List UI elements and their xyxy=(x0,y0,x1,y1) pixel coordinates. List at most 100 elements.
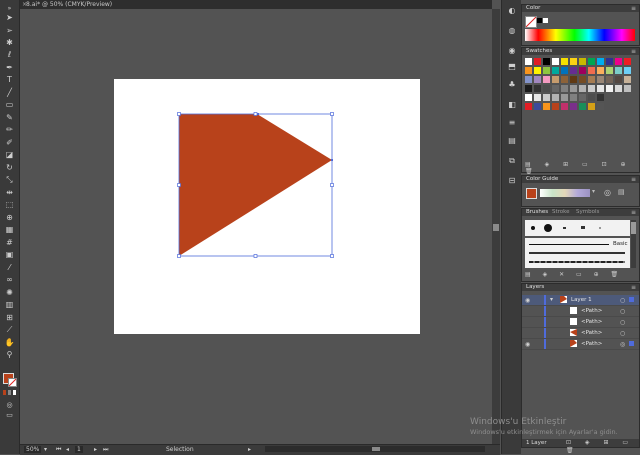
color-swatch[interactable] xyxy=(615,85,622,92)
color-swatch[interactable] xyxy=(606,76,613,83)
color-swatch[interactable] xyxy=(552,76,559,83)
target-icon[interactable]: ○ xyxy=(620,297,625,304)
color-panel-header[interactable]: Color ≡ xyxy=(522,5,639,12)
color-swatch[interactable] xyxy=(588,103,595,110)
color-swatch[interactable] xyxy=(525,103,532,110)
white-swatch[interactable] xyxy=(543,18,548,23)
color-swatch[interactable] xyxy=(561,94,568,101)
layer-name[interactable]: Layer 1 xyxy=(571,295,592,305)
color-swatch[interactable] xyxy=(570,58,577,65)
symbols-icon[interactable]: ♣ xyxy=(507,80,517,90)
tab-brushes[interactable]: Brushes xyxy=(526,209,548,216)
pathfinder-icon[interactable]: ⧉ xyxy=(507,156,517,166)
color-swatch[interactable] xyxy=(606,67,613,74)
selected-path-shape[interactable] xyxy=(179,114,332,256)
color-swatch[interactable] xyxy=(579,76,586,83)
layers-panel-title[interactable]: Layers xyxy=(526,284,544,291)
brushes-footer-icons[interactable]: ▤ ◈ ✕ ▭ ⊕ 🗑 xyxy=(525,271,635,279)
swatches-panel-title[interactable]: Swatches xyxy=(526,48,552,55)
status-menu-icon[interactable]: ▸ xyxy=(248,446,251,453)
tab-symbols[interactable]: Symbols xyxy=(576,209,599,216)
next-artboard-icon[interactable]: ▸ xyxy=(94,446,97,453)
color-swatch[interactable] xyxy=(543,103,550,110)
path-name[interactable]: <Path> xyxy=(581,328,602,338)
transparency-icon[interactable]: ◧ xyxy=(507,100,517,110)
path-name[interactable]: <Path> xyxy=(581,317,602,327)
color-panel-icon[interactable]: ◐ xyxy=(507,6,517,16)
color-swatch[interactable] xyxy=(543,94,550,101)
path-name[interactable]: <Path> xyxy=(581,306,602,316)
layers-footer-icons[interactable]: ⊡ ◈ ⊞ ▭ 🗑 xyxy=(566,439,639,455)
color-swatch[interactable] xyxy=(534,58,541,65)
zoom-dropdown-icon[interactable]: ▾ xyxy=(44,446,47,453)
color-swatch[interactable] xyxy=(525,94,532,101)
visibility-eye-icon[interactable]: ◉ xyxy=(525,297,530,304)
swatches-footer-icons[interactable]: ▤ ◈ ⊞ ▭ ⊡ ⊕ 🗑 xyxy=(525,161,635,175)
selection-indicator[interactable] xyxy=(629,297,634,302)
color-swatch[interactable] xyxy=(525,67,532,74)
color-swatch[interactable] xyxy=(579,67,586,74)
color-swatch[interactable] xyxy=(597,58,604,65)
color-swatch[interactable] xyxy=(543,67,550,74)
target-icon[interactable]: ○ xyxy=(620,319,625,326)
vertical-scroll-thumb[interactable] xyxy=(493,224,499,231)
color-swatch[interactable] xyxy=(543,58,550,65)
brush-tips-row[interactable] xyxy=(525,220,630,236)
black-swatch[interactable] xyxy=(537,18,542,23)
color-swatch[interactable] xyxy=(534,76,541,83)
color-swatch[interactable] xyxy=(561,85,568,92)
panel-menu-icon[interactable]: ≡ xyxy=(631,284,636,291)
color-swatch[interactable] xyxy=(570,85,577,92)
color-panel-title[interactable]: Color xyxy=(526,5,540,12)
save-colors-icon[interactable]: ▤ xyxy=(618,188,628,197)
sublayer-row[interactable]: ◉ <Path> ◎ xyxy=(522,339,639,350)
stroke-icon[interactable]: ≡ xyxy=(507,118,517,128)
brushes-scrollbar[interactable] xyxy=(631,220,636,268)
color-swatch[interactable] xyxy=(597,94,604,101)
color-swatch[interactable] xyxy=(597,76,604,83)
sublayer-row[interactable]: <Path> ○ xyxy=(522,328,639,339)
color-swatch[interactable] xyxy=(597,103,604,110)
color-swatch[interactable] xyxy=(624,67,631,74)
color-swatch[interactable] xyxy=(561,103,568,110)
color-swatch[interactable] xyxy=(561,76,568,83)
prev-artboard-icon[interactable]: ◂ xyxy=(66,446,69,453)
color-swatch[interactable] xyxy=(606,85,613,92)
selection-indicator[interactable] xyxy=(629,341,634,346)
color-swatch[interactable] xyxy=(534,67,541,74)
edit-colors-icon[interactable]: ◎ xyxy=(604,188,614,197)
color-swatch[interactable] xyxy=(579,94,586,101)
panel-menu-icon[interactable]: ≡ xyxy=(631,5,636,12)
color-spectrum[interactable] xyxy=(525,29,635,41)
panel-menu-icon[interactable]: ≡ xyxy=(631,176,636,183)
horizontal-scroll-thumb[interactable] xyxy=(372,447,380,451)
none-swatch[interactable] xyxy=(525,16,537,28)
color-swatch[interactable] xyxy=(552,58,559,65)
color-swatch[interactable] xyxy=(570,103,577,110)
color-guide-icon[interactable]: ◍ xyxy=(507,26,517,36)
color-swatch[interactable] xyxy=(588,67,595,74)
target-icon[interactable]: ○ xyxy=(620,330,625,337)
color-swatch[interactable] xyxy=(588,85,595,92)
color-swatch[interactable] xyxy=(543,76,550,83)
first-artboard-icon[interactable]: ⏮ xyxy=(56,446,61,454)
color-swatch[interactable] xyxy=(624,76,631,83)
align-icon[interactable]: ⊟ xyxy=(507,176,517,186)
color-swatch[interactable] xyxy=(534,94,541,101)
color-swatch[interactable] xyxy=(624,58,631,65)
base-color-swatch[interactable] xyxy=(526,188,537,199)
color-swatch[interactable] xyxy=(534,103,541,110)
zoom-level[interactable]: 50% xyxy=(24,446,42,453)
color-swatch[interactable] xyxy=(615,76,622,83)
color-swatch[interactable] xyxy=(552,103,559,110)
brush-strokes-list[interactable]: Basic xyxy=(525,238,630,268)
color-swatch[interactable] xyxy=(615,67,622,74)
color-swatch[interactable] xyxy=(525,58,532,65)
color-swatch[interactable] xyxy=(525,85,532,92)
appearance-icon[interactable]: ◉ xyxy=(507,46,517,56)
color-swatch[interactable] xyxy=(597,85,604,92)
color-swatch[interactable] xyxy=(597,67,604,74)
target-icon[interactable]: ◎ xyxy=(620,341,625,348)
color-swatch[interactable] xyxy=(561,67,568,74)
color-swatch[interactable] xyxy=(543,85,550,92)
